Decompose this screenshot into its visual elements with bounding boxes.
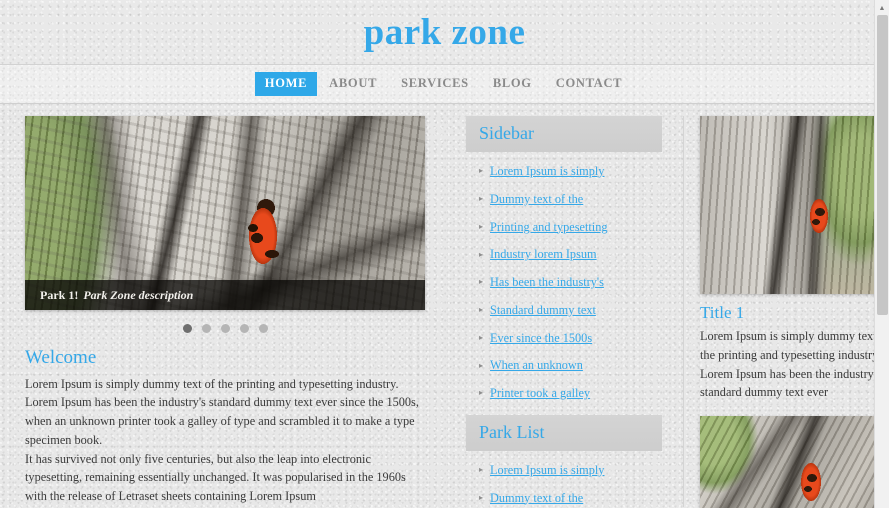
- right-block-text: Lorem Ipsum is simply dummy text of the …: [700, 329, 889, 400]
- slider-dot-1[interactable]: [182, 324, 192, 333]
- sidebar-panel: Sidebar ▸ Lorem Ipsum is simply ▸ Dummy …: [466, 116, 662, 401]
- park-list-panel-header: Park List: [466, 414, 662, 451]
- main-column: Park 1! Park Zone description Welcome Lo…: [25, 116, 445, 508]
- sidebar-item-1[interactable]: ▸ Lorem Ipsum is simply: [479, 164, 662, 179]
- arrow-right-icon: ▸: [479, 492, 484, 502]
- slider-caption-description: Park Zone description: [83, 287, 194, 302]
- nav-list: HOME ABOUT SERVICES BLOG CONTACT: [254, 72, 634, 96]
- arrow-right-icon: ▸: [479, 166, 484, 176]
- arrow-right-icon: ▸: [479, 249, 484, 259]
- sidebar-item-7[interactable]: ▸ Ever since the 1500s: [479, 331, 662, 346]
- sidebar-item-label: Lorem Ipsum is simply: [490, 164, 605, 178]
- nav-item-services[interactable]: SERVICES: [389, 72, 481, 96]
- scrollbar-thumb[interactable]: [877, 15, 888, 315]
- sidebar-item-6[interactable]: ▸ Standard dummy text: [479, 303, 662, 318]
- welcome-heading: Welcome: [25, 347, 97, 368]
- sidebar-item-label: Printing and typesetting: [490, 219, 608, 234]
- arrow-right-icon: ▸: [479, 360, 484, 370]
- sidebar-item-9[interactable]: ▸ Printer took a galley: [479, 386, 662, 401]
- sidebar-item-4[interactable]: ▸ Industry lorem Ipsum: [479, 247, 662, 262]
- right-column: Title 1 Lorem Ipsum is simply dummy text…: [700, 116, 889, 508]
- right-block-1: Title 1 Lorem Ipsum is simply dummy text…: [700, 303, 889, 402]
- sidebar-item-label: Ever since the 1500s: [490, 330, 593, 345]
- sidebar-item-5[interactable]: ▸ Has been the industry's: [479, 275, 662, 290]
- park-list-link-list: ▸ Lorem Ipsum is simply ▸ Dummy text of …: [466, 451, 662, 508]
- sidebar-item-label: Dummy text of the: [490, 191, 584, 206]
- park-list-panel: Park List ▸ Lorem Ipsum is simply ▸ Dumm…: [466, 414, 662, 508]
- arrow-right-icon: ▸: [479, 332, 484, 342]
- welcome-paragraph-1: Lorem Ipsum is simply dummy text of the …: [25, 376, 419, 447]
- arrow-right-icon: ▸: [479, 465, 484, 475]
- site-title: park zone: [363, 11, 526, 53]
- welcome-section: Welcome Lorem Ipsum is simply dummy text…: [25, 347, 425, 506]
- park-list-item-1[interactable]: ▸ Lorem Ipsum is simply: [479, 463, 662, 478]
- park-list-item-2[interactable]: ▸ Dummy text of the: [479, 491, 662, 506]
- sidebar-title: Sidebar: [479, 123, 534, 144]
- content-area: Park 1! Park Zone description Welcome Lo…: [0, 104, 889, 508]
- slider-dot-3[interactable]: [220, 324, 230, 333]
- nav-item-blog[interactable]: BLOG: [481, 72, 544, 96]
- sidebar-item-8[interactable]: ▸ When an unknown: [479, 358, 662, 373]
- slider-dots: [25, 324, 425, 333]
- sidebar-item-label: Industry lorem Ipsum: [490, 247, 597, 262]
- right-photo-1: [700, 116, 889, 294]
- park-list-title: Park List: [479, 421, 545, 442]
- nav-item-contact[interactable]: CONTACT: [544, 72, 634, 96]
- main-navigation: HOME ABOUT SERVICES BLOG CONTACT: [0, 64, 889, 104]
- arrow-right-icon: ▸: [479, 388, 484, 398]
- slider-caption-title: Park 1!: [40, 287, 79, 302]
- sidebar-item-label: Standard dummy text: [490, 302, 596, 317]
- page-scrollbar[interactable]: ▲: [874, 0, 889, 508]
- scroll-up-arrow-icon[interactable]: ▲: [875, 0, 889, 15]
- slider-dot-2[interactable]: [201, 324, 211, 333]
- image-slider[interactable]: Park 1! Park Zone description: [25, 116, 425, 310]
- welcome-paragraph-2: It has survived not only five centuries,…: [25, 451, 406, 503]
- slider-dot-4[interactable]: [239, 324, 249, 333]
- sidebar-panel-header: Sidebar: [466, 116, 662, 152]
- sidebar-link-list: ▸ Lorem Ipsum is simply ▸ Dummy text of …: [466, 152, 662, 401]
- arrow-right-icon: ▸: [479, 221, 484, 231]
- arrow-right-icon: ▸: [479, 194, 484, 204]
- sidebar-item-3[interactable]: ▸ Printing and typesetting: [479, 220, 662, 235]
- sidebar-column: Sidebar ▸ Lorem Ipsum is simply ▸ Dummy …: [466, 116, 662, 508]
- slider-dot-5[interactable]: [258, 324, 268, 333]
- arrow-right-icon: ▸: [479, 277, 484, 287]
- right-block-title: Title 1: [700, 303, 745, 322]
- nav-item-about[interactable]: ABOUT: [317, 72, 389, 96]
- sidebar-item-label: Has been the industry's: [490, 275, 604, 289]
- sidebar-item-label: When an unknown: [490, 358, 583, 373]
- sidebar-item-label: Printer took a galley: [490, 386, 591, 400]
- park-list-item-label: Dummy text of the: [490, 490, 584, 505]
- sidebar-item-2[interactable]: ▸ Dummy text of the: [479, 192, 662, 207]
- column-divider: [683, 116, 684, 507]
- site-header: park zone: [0, 0, 889, 64]
- slider-caption: Park 1! Park Zone description: [25, 280, 425, 310]
- right-photo-2: [700, 416, 889, 508]
- park-list-item-label: Lorem Ipsum is simply: [490, 462, 605, 477]
- nav-item-home[interactable]: HOME: [254, 72, 318, 96]
- arrow-right-icon: ▸: [479, 305, 484, 315]
